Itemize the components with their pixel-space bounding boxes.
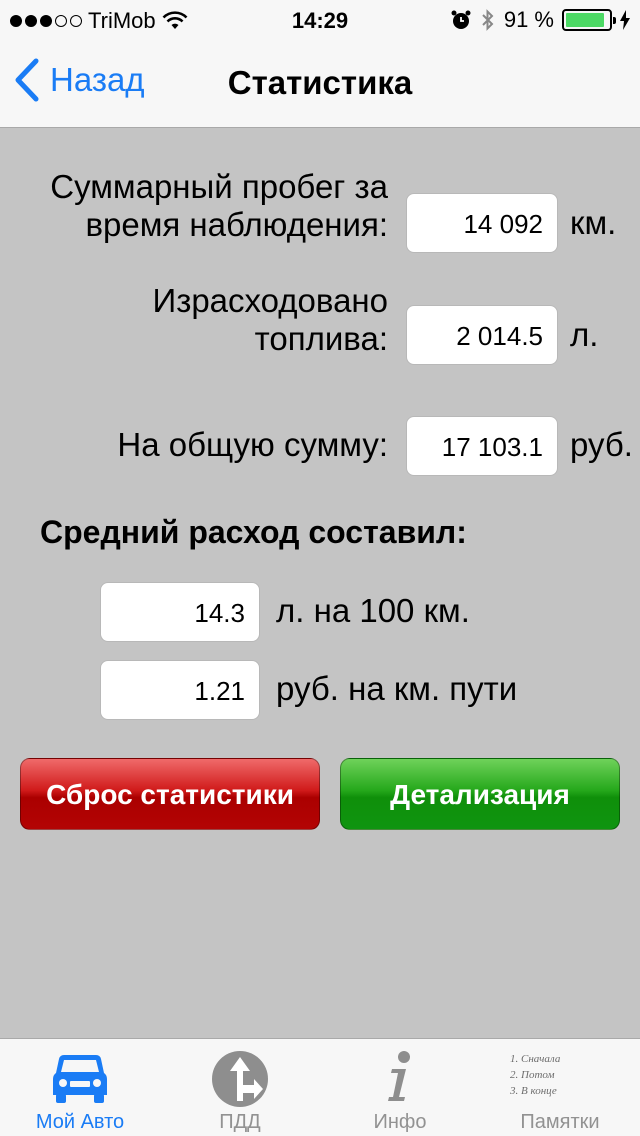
- reset-statistics-button[interactable]: Сброс статистики: [20, 758, 320, 830]
- total-unit: руб.: [570, 426, 633, 463]
- tab-bar: Мой Авто ПДД Инфо 1. Сначала 2. Потом 3.…: [0, 1038, 640, 1136]
- total-label: На общую сумму:: [117, 426, 388, 463]
- mileage-field[interactable]: 14 092: [406, 193, 558, 253]
- fuel-label-line2: топлива:: [254, 320, 388, 357]
- car-icon: [53, 1055, 107, 1103]
- notes-line-2: 2. Потом: [510, 1069, 555, 1081]
- tab-label-notes: Памятки: [520, 1111, 600, 1133]
- mileage-unit: км.: [570, 204, 617, 241]
- info-icon: [388, 1051, 410, 1101]
- status-bar: TriMob 14:29 91 %: [0, 0, 640, 40]
- top-bar: TriMob 14:29 91 % Назад Статистика: [0, 0, 640, 128]
- tab-label-my-car: Мой Авто: [35, 1111, 125, 1133]
- cost-per-km-field[interactable]: 1.21: [100, 660, 260, 720]
- mileage-label-line2: время наблюдения:: [85, 206, 388, 243]
- mileage-label: Суммарный пробег за время наблюдения:: [20, 168, 388, 244]
- bluetooth-icon: [482, 9, 494, 31]
- charging-icon: [620, 10, 630, 30]
- details-button[interactable]: Детализация: [340, 758, 620, 830]
- tab-notes[interactable]: 1. Сначала 2. Потом 3. В конце Памятки: [480, 1039, 640, 1136]
- consumption-per-100-unit: л. на 100 км.: [276, 592, 470, 629]
- battery-level: [566, 13, 605, 27]
- notes-line-3: 3. В конце: [510, 1085, 557, 1097]
- tab-label-traffic-rules: ПДД: [219, 1111, 261, 1133]
- fuel-label-line1: Израсходовано: [152, 282, 388, 319]
- consumption-per-100-field[interactable]: 14.3: [100, 582, 260, 642]
- mileage-label-line1: Суммарный пробег за: [50, 168, 388, 205]
- tab-traffic-rules[interactable]: ПДД: [160, 1039, 320, 1136]
- cost-per-km-unit: руб. на км. пути: [276, 670, 518, 707]
- notes-icon: 1. Сначала 2. Потом 3. В конце: [510, 1051, 630, 1099]
- fuel-unit: л.: [570, 316, 599, 353]
- battery-percent: 91 %: [503, 7, 554, 32]
- fuel-label: Израсходовано топлива:: [20, 282, 388, 358]
- notes-line-1: 1. Сначала: [510, 1053, 561, 1065]
- status-right: 91 %: [450, 7, 630, 33]
- fuel-field[interactable]: 2 014.5: [406, 305, 558, 365]
- tab-label-info: Инфо: [373, 1111, 427, 1133]
- total-sum-field[interactable]: 17 103.1: [406, 416, 558, 476]
- road-sign-icon: [212, 1051, 268, 1107]
- navigation-bar: Назад Статистика: [0, 40, 640, 128]
- average-heading: Средний расход составил:: [40, 514, 467, 550]
- tab-my-car[interactable]: Мой Авто: [0, 1039, 160, 1136]
- battery-icon: [562, 9, 616, 31]
- alarm-icon: [451, 10, 471, 29]
- tab-info[interactable]: Инфо: [320, 1039, 480, 1136]
- page-title: Статистика: [227, 64, 413, 101]
